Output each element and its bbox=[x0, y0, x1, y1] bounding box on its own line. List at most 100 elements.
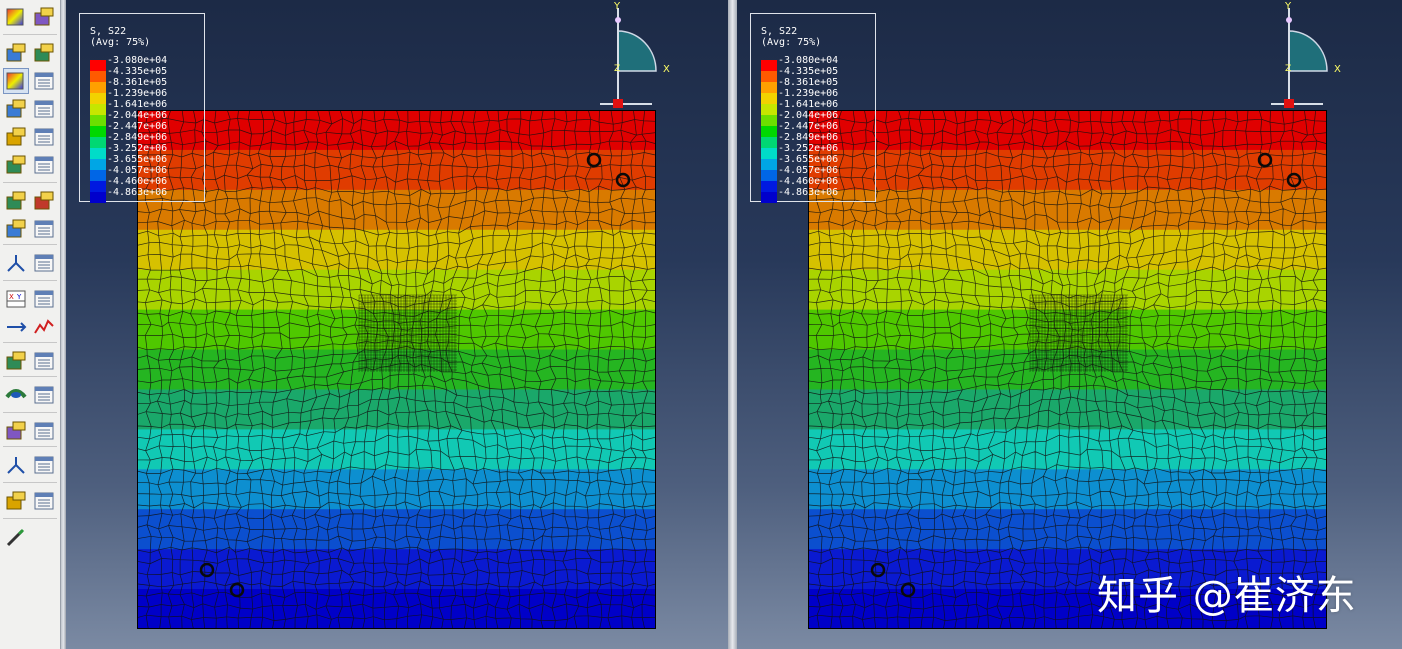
legend-swatch bbox=[761, 137, 777, 148]
animate-scale-icon[interactable] bbox=[3, 188, 29, 214]
legend-value: -8.361e+05 bbox=[778, 77, 839, 88]
triad-x-label: X bbox=[663, 64, 670, 75]
symbol-options-icon[interactable] bbox=[31, 96, 57, 122]
view-cut-surface-icon[interactable] bbox=[3, 452, 29, 478]
legend-value: -4.460e+06 bbox=[778, 176, 839, 187]
display-group-icon[interactable] bbox=[3, 348, 29, 374]
legend-value: -4.057e+06 bbox=[778, 165, 839, 176]
triad-graphic bbox=[600, 8, 657, 108]
xy-plot-icon[interactable] bbox=[31, 314, 57, 340]
toolbox-separator bbox=[3, 376, 57, 377]
legend-swatch bbox=[90, 137, 106, 148]
surface-manager-icon[interactable] bbox=[31, 452, 57, 478]
toolbox-row bbox=[2, 4, 58, 30]
free-body-manager-icon[interactable] bbox=[31, 418, 57, 444]
free-body-icon[interactable] bbox=[3, 418, 29, 444]
triad-z-label: Z bbox=[614, 64, 621, 74]
mesh-contour-plot bbox=[137, 110, 656, 629]
legend-swatch bbox=[90, 170, 106, 181]
toolbox-row bbox=[2, 488, 58, 514]
legend-value: -2.447e+06 bbox=[107, 121, 168, 132]
plot-multiple-icon[interactable] bbox=[3, 152, 29, 178]
viewport-right[interactable]: S, S22 (Avg: 75%) -3.080e+04 -4.335e+05 -8… bbox=[737, 0, 1402, 649]
create-path-icon[interactable] bbox=[3, 314, 29, 340]
legend-value: -3.080e+04 bbox=[107, 55, 168, 66]
legend-swatch bbox=[761, 159, 777, 170]
legend-swatch bbox=[761, 148, 777, 159]
legend-value: -2.044e+06 bbox=[107, 110, 168, 121]
query-icon[interactable] bbox=[3, 488, 29, 514]
legend-value: -4.335e+05 bbox=[778, 66, 839, 77]
deformed-shape-icon[interactable] bbox=[31, 4, 57, 30]
legend-swatch bbox=[761, 192, 777, 203]
legend-swatch bbox=[761, 115, 777, 126]
overlay-options-icon[interactable] bbox=[31, 152, 57, 178]
legend-swatch bbox=[761, 82, 777, 93]
viewport-divider[interactable] bbox=[728, 0, 737, 649]
contour-legend[interactable]: S, S22 (Avg: 75%) -3.080e+04 -4.335e+05 -8… bbox=[750, 13, 876, 203]
query-manager-icon[interactable] bbox=[31, 488, 57, 514]
query-tool-icon[interactable] bbox=[3, 524, 29, 550]
legend-title: S, S22 bbox=[761, 26, 798, 37]
contour-plot-icon[interactable] bbox=[3, 68, 29, 94]
legend-value: -3.252e+06 bbox=[778, 143, 839, 154]
toolbox-separator bbox=[3, 446, 57, 447]
legend-swatch bbox=[90, 126, 106, 137]
legend-value: -3.655e+06 bbox=[778, 154, 839, 165]
legend-value: -4.057e+06 bbox=[107, 165, 168, 176]
stream-manager-icon[interactable] bbox=[31, 382, 57, 408]
contour-band bbox=[808, 110, 1327, 151]
animate-time-icon[interactable] bbox=[31, 188, 57, 214]
legend-value: -1.239e+06 bbox=[107, 88, 168, 99]
legend-value: -8.361e+05 bbox=[107, 77, 168, 88]
legend-value: -2.447e+06 bbox=[778, 121, 839, 132]
viewport-left[interactable]: S, S22 (Avg: 75%) -3.080e+04 -4.335e+05 -8… bbox=[66, 0, 728, 649]
view-cut-manager-icon[interactable] bbox=[31, 250, 57, 276]
animate-harmonic-icon[interactable] bbox=[3, 216, 29, 242]
xy-data-manager-icon[interactable] bbox=[31, 286, 57, 312]
undeformed-shape-icon[interactable] bbox=[3, 40, 29, 66]
legend-swatch bbox=[761, 181, 777, 192]
mesh-svg bbox=[808, 110, 1327, 629]
xy-data-icon[interactable]: XY bbox=[3, 286, 29, 312]
legend-value: -2.849e+06 bbox=[107, 132, 168, 143]
material-orientation-icon[interactable] bbox=[3, 124, 29, 150]
legend-swatch bbox=[761, 126, 777, 137]
toolbox-row bbox=[2, 124, 58, 150]
toolbox-row bbox=[2, 314, 58, 340]
legend-value: -3.655e+06 bbox=[107, 154, 168, 165]
animation-options-icon[interactable] bbox=[31, 216, 57, 242]
contour-band bbox=[137, 469, 656, 511]
triad-graphic bbox=[1271, 8, 1328, 108]
toolbox-row bbox=[2, 452, 58, 478]
triad-x-label: X bbox=[1334, 64, 1341, 75]
legend-value: -1.641e+06 bbox=[778, 99, 839, 110]
legend-subtitle: (Avg: 75%) bbox=[761, 37, 822, 48]
symbol-plot-icon[interactable] bbox=[3, 96, 29, 122]
view-cut-icon[interactable] bbox=[3, 250, 29, 276]
legend-swatch bbox=[90, 159, 106, 170]
stream-plot-icon[interactable] bbox=[3, 382, 29, 408]
legend-value: -4.863e+06 bbox=[107, 187, 168, 198]
legend-value: -2.044e+06 bbox=[778, 110, 839, 121]
legend-value: -4.863e+06 bbox=[778, 187, 839, 198]
result-contour-icon[interactable] bbox=[3, 4, 29, 30]
legend-swatch bbox=[761, 170, 777, 181]
toolbox-row: XY bbox=[2, 286, 58, 312]
contour-band bbox=[808, 469, 1327, 511]
toolbox-row bbox=[2, 524, 58, 550]
legend-swatch bbox=[90, 115, 106, 126]
legend-value: -2.849e+06 bbox=[778, 132, 839, 143]
contour-legend[interactable]: S, S22 (Avg: 75%) -3.080e+04 -4.335e+05 -8… bbox=[79, 13, 205, 203]
toolbox-separator bbox=[3, 412, 57, 413]
svg-text:X: X bbox=[9, 293, 14, 301]
legend-title: S, S22 bbox=[90, 26, 127, 37]
display-group-manager-icon[interactable] bbox=[31, 348, 57, 374]
orientation-options-icon[interactable] bbox=[31, 124, 57, 150]
contour-options-icon[interactable] bbox=[31, 68, 57, 94]
toolbox-row bbox=[2, 152, 58, 178]
deformed-plot-icon[interactable] bbox=[31, 40, 57, 66]
toolbox-row bbox=[2, 382, 58, 408]
legend-swatch bbox=[761, 104, 777, 115]
toolbox-row bbox=[2, 96, 58, 122]
